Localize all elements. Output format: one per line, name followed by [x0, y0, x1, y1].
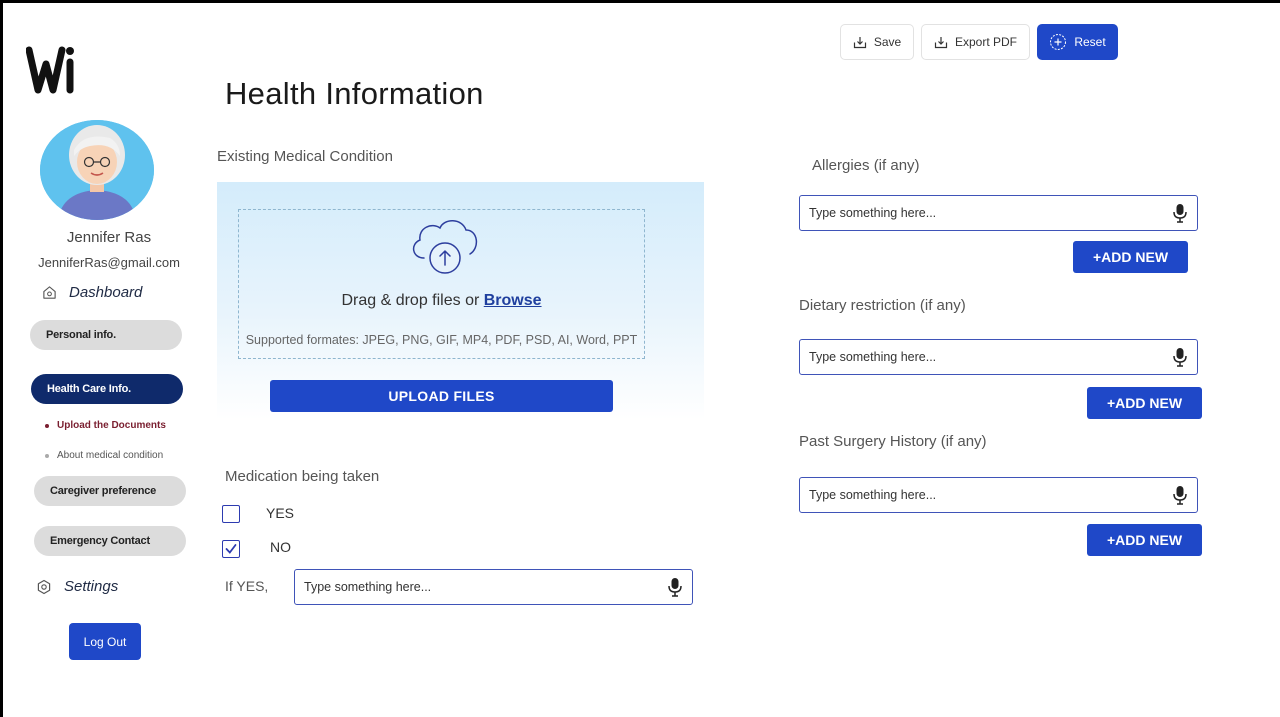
bullet-icon — [45, 423, 49, 428]
microphone-icon[interactable] — [668, 577, 682, 597]
reset-button[interactable]: Reset — [1037, 24, 1118, 60]
sidebar-subitem-label: About medical condition — [57, 450, 164, 461]
user-email: JenniferRas@gmail.com — [38, 255, 180, 270]
check-icon — [225, 544, 237, 554]
download-icon — [853, 36, 866, 48]
yes-checkbox[interactable] — [222, 505, 240, 523]
sidebar-item-health-care-info[interactable]: Health Care Info. — [31, 374, 183, 404]
home-icon — [43, 286, 56, 299]
sidebar-subitem-upload-documents[interactable]: Upload the Documents — [45, 420, 166, 431]
medication-field — [294, 569, 693, 605]
medication-label: Medication being taken — [225, 468, 380, 485]
microphone-icon[interactable] — [1173, 485, 1187, 505]
microphone-icon[interactable] — [1173, 347, 1187, 367]
sidebar-subitem-about-medical-condition[interactable]: About medical condition — [45, 450, 163, 461]
sidebar-item-personal-info[interactable]: Personal info. — [30, 320, 182, 350]
brand-logo — [26, 46, 74, 94]
allergies-input[interactable] — [809, 206, 1173, 220]
sidebar-item-caregiver-preference[interactable]: Caregiver preference — [34, 476, 186, 506]
download-icon — [934, 36, 948, 48]
sidebar-item-emergency-contact[interactable]: Emergency Contact — [34, 526, 186, 556]
past-surgery-label: Past Surgery History (if any) — [799, 433, 987, 450]
reset-button-label: Reset — [1074, 35, 1106, 49]
export-pdf-label: Export PDF — [954, 35, 1017, 49]
sidebar-item-label: Dashboard — [69, 284, 143, 301]
save-button-label: Save — [873, 35, 902, 49]
upload-files-button[interactable]: UPLOAD FILES — [270, 380, 613, 412]
gear-icon — [37, 579, 51, 594]
sidebar-subitem-label: Upload the Documents — [57, 420, 166, 431]
surgery-input[interactable] — [809, 488, 1173, 502]
browse-link[interactable]: Browse — [484, 292, 542, 309]
add-allergy-button[interactable]: +ADD NEW — [1073, 241, 1188, 273]
page-title: Health Information — [225, 76, 484, 111]
allergies-label: Allergies (if any) — [812, 157, 920, 174]
save-button[interactable]: Save — [840, 24, 914, 60]
if-yes-label: If YES, — [225, 578, 269, 594]
logout-button[interactable]: Log Out — [69, 623, 141, 660]
bullet-icon — [45, 453, 49, 458]
add-dietary-button[interactable]: +ADD NEW — [1087, 387, 1202, 419]
microphone-icon[interactable] — [1173, 203, 1187, 223]
plus-circle-icon — [1050, 34, 1067, 50]
user-avatar-illustration — [40, 120, 154, 220]
allergies-field — [799, 195, 1198, 231]
yes-label: YES — [266, 505, 295, 521]
existing-medical-condition-label: Existing Medical Condition — [217, 148, 393, 165]
sidebar-item-label: Settings — [64, 578, 119, 595]
no-checkbox[interactable] — [222, 540, 240, 558]
dietary-restriction-label: Dietary restriction (if any) — [799, 297, 966, 314]
surgery-field — [799, 477, 1198, 513]
sidebar-item-settings[interactable]: Settings — [36, 578, 118, 595]
avatar — [40, 120, 154, 220]
no-label: NO — [270, 539, 291, 555]
drag-drop-label: Drag & drop files or — [341, 292, 484, 309]
supported-formats-text: Supported formates: JPEG, PNG, GIF, MP4,… — [245, 333, 638, 347]
add-surgery-button[interactable]: +ADD NEW — [1087, 524, 1202, 556]
user-name: Jennifer Ras — [66, 229, 152, 246]
dietary-input[interactable] — [809, 350, 1173, 364]
medication-input[interactable] — [304, 580, 668, 594]
export-pdf-button[interactable]: Export PDF — [921, 24, 1030, 60]
drag-drop-text: Drag & drop files or Browse — [238, 292, 645, 310]
dietary-field — [799, 339, 1198, 375]
cloud-upload-icon — [412, 220, 478, 274]
sidebar-item-dashboard[interactable]: Dashboard — [42, 284, 142, 301]
